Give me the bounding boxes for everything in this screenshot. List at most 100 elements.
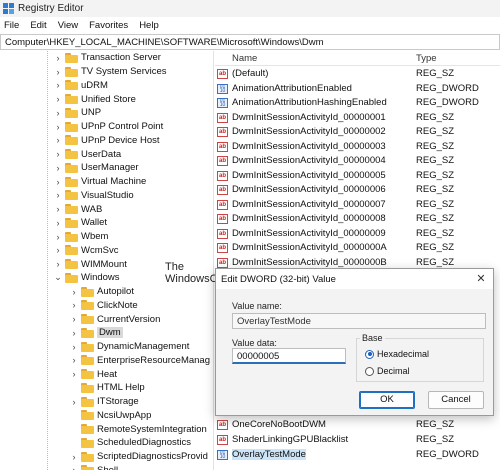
ok-button[interactable]: OK [359, 391, 415, 409]
string-value-icon: ab [217, 420, 228, 430]
chevron-right-icon[interactable]: › [53, 80, 63, 90]
chevron-right-icon[interactable]: › [69, 314, 79, 324]
tree-item[interactable]: ScheduledDiagnostics [69, 436, 191, 450]
tree-item-label: VisualStudio [81, 189, 134, 201]
chevron-right-icon[interactable]: › [53, 53, 63, 63]
tree-item[interactable]: › Wallet [53, 216, 108, 230]
value-row[interactable]: ab DwmInitSessionActivityId_00000003 REG_S… [215, 140, 500, 154]
chevron-right-icon[interactable]: › [53, 232, 63, 242]
chevron-right-icon[interactable]: › [53, 218, 63, 228]
menu-favorites[interactable]: Favorites [89, 20, 128, 31]
value-row[interactable]: ab DwmInitSessionActivityId_00000005 REG_S… [215, 169, 500, 183]
chevron-right-icon[interactable]: › [53, 163, 63, 173]
tree-item[interactable]: › WAB [53, 202, 103, 216]
tree-item[interactable]: ⌄ Windows [53, 271, 119, 285]
chevron-right-icon[interactable]: › [53, 177, 63, 187]
tree-item[interactable]: › WcmSvc [53, 244, 119, 258]
value-type: REG_DWORD [416, 82, 479, 94]
tree-item[interactable]: › UPnP Device Host [53, 134, 160, 148]
value-row[interactable]: ab DwmInitSessionActivityId_00000009 REG_S… [215, 227, 500, 241]
tree-item[interactable]: › ScriptedDiagnosticsProvid [69, 450, 208, 464]
tree-item[interactable]: › UserManager [53, 161, 139, 175]
tree-item[interactable]: › WIMMount [53, 257, 127, 271]
dialog-title-bar[interactable]: Edit DWORD (32-bit) Value ✕ [216, 269, 493, 289]
menu-file[interactable]: File [4, 20, 19, 31]
chevron-right-icon[interactable]: › [53, 67, 63, 77]
value-type: REG_SZ [416, 434, 455, 445]
chevron-right-icon[interactable]: › [69, 397, 79, 407]
no-expander [69, 410, 79, 420]
tree-item-label: UPnP Control Point [81, 121, 164, 133]
value-name-label: Value name: [232, 301, 282, 311]
chevron-right-icon[interactable]: › [53, 94, 63, 104]
tree-item[interactable]: HTML Help [69, 381, 145, 395]
tree-item[interactable]: › UPnP Control Point [53, 120, 164, 134]
chevron-right-icon[interactable]: › [69, 328, 79, 338]
folder-icon [81, 286, 94, 297]
tree-item[interactable]: › Autopilot [69, 285, 134, 299]
tree-item[interactable]: › DynamicManagement [69, 340, 190, 354]
address-bar[interactable]: Computer\HKEY_LOCAL_MACHINE\SOFTWARE\Mic… [0, 34, 500, 50]
value-data-input[interactable]: 00000005 [232, 348, 346, 364]
decimal-radio[interactable]: Decimal [365, 366, 410, 376]
value-row[interactable]: ab DwmInitSessionActivityId_00000004 REG_S… [215, 154, 500, 168]
tree-item[interactable]: › Unified Store [53, 92, 136, 106]
tree-item[interactable]: › Wbem [53, 230, 109, 244]
menu-help[interactable]: Help [139, 20, 159, 31]
tree-item[interactable]: › uDRM [53, 79, 108, 93]
tree-item[interactable]: › ClickNote [69, 299, 138, 313]
chevron-right-icon[interactable]: › [53, 204, 63, 214]
column-type-header[interactable]: Type [416, 53, 437, 64]
chevron-right-icon[interactable]: › [69, 355, 79, 365]
value-row[interactable]: ab DwmInitSessionActivityId_00000001 REG_S… [215, 111, 500, 125]
value-row[interactable]: 01 10 OverlayTestMode REG_DWORD [215, 448, 500, 462]
chevron-right-icon[interactable]: › [69, 465, 79, 470]
menu-edit[interactable]: Edit [30, 20, 46, 31]
chevron-right-icon[interactable]: › [53, 245, 63, 255]
tree-item[interactable]: › EnterpriseResourceManag [69, 354, 211, 368]
tree-item[interactable]: › TV System Services [53, 65, 167, 79]
tree-item[interactable]: › Dwm [69, 326, 123, 340]
string-value-icon: ab [217, 69, 228, 79]
chevron-right-icon[interactable]: › [53, 259, 63, 269]
chevron-right-icon[interactable]: › [53, 122, 63, 132]
value-row[interactable]: ab DwmInitSessionActivityId_0000000A REG_S… [215, 241, 500, 255]
value-row[interactable]: ab OneCoreNoBootDWM REG_SZ [215, 418, 500, 432]
tree-item[interactable]: › VisualStudio [53, 189, 134, 203]
chevron-right-icon[interactable]: › [53, 108, 63, 118]
tree-item[interactable]: › Virtual Machine [53, 175, 147, 189]
hexadecimal-radio[interactable]: Hexadecimal [365, 349, 429, 359]
tree-item[interactable]: NcsiUwpApp [69, 409, 151, 423]
tree-item[interactable]: › CurrentVersion [69, 312, 161, 326]
value-row[interactable]: ab ShaderLinkingGPUBlacklist REG_SZ [215, 433, 500, 447]
binary-value-icon: 01 10 [217, 98, 228, 108]
tree-item[interactable]: › ITStorage [69, 395, 139, 409]
chevron-right-icon[interactable]: › [69, 287, 79, 297]
tree-item[interactable]: › Transaction Server [53, 51, 161, 65]
column-name-header[interactable]: Name [232, 53, 257, 64]
tree-item[interactable]: › Heat [69, 367, 118, 381]
chevron-right-icon[interactable]: › [53, 135, 63, 145]
value-row[interactable]: ab DwmInitSessionActivityId_00000008 REG_S… [215, 212, 500, 226]
tree-item[interactable]: RemoteSystemIntegration [69, 422, 207, 436]
close-icon[interactable]: ✕ [474, 272, 488, 286]
chevron-right-icon[interactable]: › [53, 149, 63, 159]
value-row[interactable]: ab DwmInitSessionActivityId_00000002 REG_S… [215, 125, 500, 139]
value-name: DwmInitSessionActivityId_00000001 [232, 111, 386, 123]
chevron-right-icon[interactable]: › [53, 190, 63, 200]
cancel-button[interactable]: Cancel [428, 391, 484, 409]
chevron-down-icon[interactable]: ⌄ [53, 272, 63, 283]
chevron-right-icon[interactable]: › [69, 369, 79, 379]
value-row[interactable]: ab (Default) REG_SZ [215, 67, 500, 81]
tree-item[interactable]: › Shell [69, 464, 118, 470]
chevron-right-icon[interactable]: › [69, 342, 79, 352]
value-row[interactable]: ab DwmInitSessionActivityId_00000006 REG_S… [215, 183, 500, 197]
chevron-right-icon[interactable]: › [69, 300, 79, 310]
tree-item[interactable]: › UserData [53, 147, 122, 161]
chevron-right-icon[interactable]: › [69, 452, 79, 462]
value-row[interactable]: 01 10 AnimationAttributionEnabled REG_DWOR… [215, 82, 500, 96]
value-row[interactable]: ab DwmInitSessionActivityId_00000007 REG_S… [215, 198, 500, 212]
menu-view[interactable]: View [58, 20, 78, 31]
tree-item[interactable]: › UNP [53, 106, 102, 120]
value-row[interactable]: 01 10 AnimationAttributionHashingEnabled R… [215, 96, 500, 110]
